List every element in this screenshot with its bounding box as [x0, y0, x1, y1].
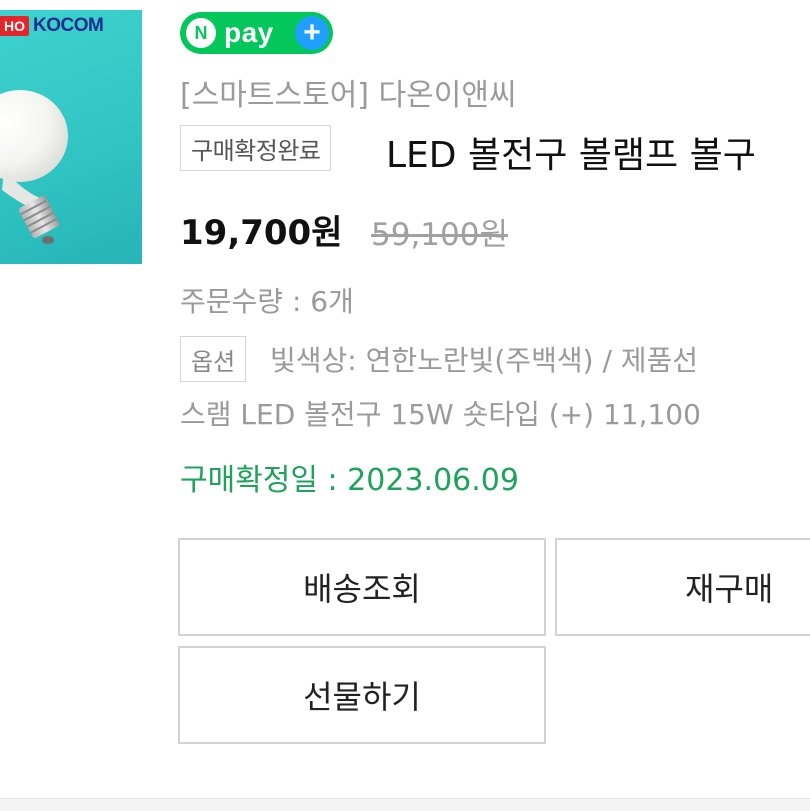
store-name[interactable]: [스마트스토어] 다온이앤씨 — [180, 70, 517, 114]
gift-button[interactable]: 선물하기 — [178, 646, 546, 744]
option-text-line1: 빛색상: 연한노란빛(주백색) / 제품선 — [270, 344, 699, 377]
rebuy-button[interactable]: 재구매 — [555, 538, 810, 636]
status-badge: 구매확정완료 — [180, 125, 332, 171]
option-text-line2: 스램 LED 볼전구 15W 숏타입 (+) 11,100 — [180, 398, 701, 431]
pay-label: pay — [224, 17, 274, 48]
order-quantity: 주문수량 : 6개 — [180, 285, 354, 318]
original-price: 59,100원 — [371, 217, 508, 253]
brand-logo: HO KOCOM — [0, 14, 104, 38]
brand-logo-part1: HO — [0, 16, 29, 36]
light-bulb-image — [0, 90, 68, 244]
sale-price: 19,700원 — [180, 213, 343, 253]
product-thumbnail[interactable]: HO KOCOM — [0, 10, 142, 264]
option-tag: 옵션 — [180, 336, 247, 382]
brand-logo-part2: KOCOM — [33, 15, 104, 36]
product-title[interactable]: LED 볼전구 볼램프 볼구 — [386, 126, 756, 178]
plus-icon: + — [295, 16, 329, 50]
purchase-confirm-date: 구매확정일 : 2023.06.09 — [180, 463, 519, 498]
naver-n-icon: N — [186, 18, 216, 48]
track-delivery-button[interactable]: 배송조회 — [178, 538, 546, 636]
section-divider — [0, 798, 810, 811]
npay-plus-badge: N pay + — [180, 12, 333, 54]
